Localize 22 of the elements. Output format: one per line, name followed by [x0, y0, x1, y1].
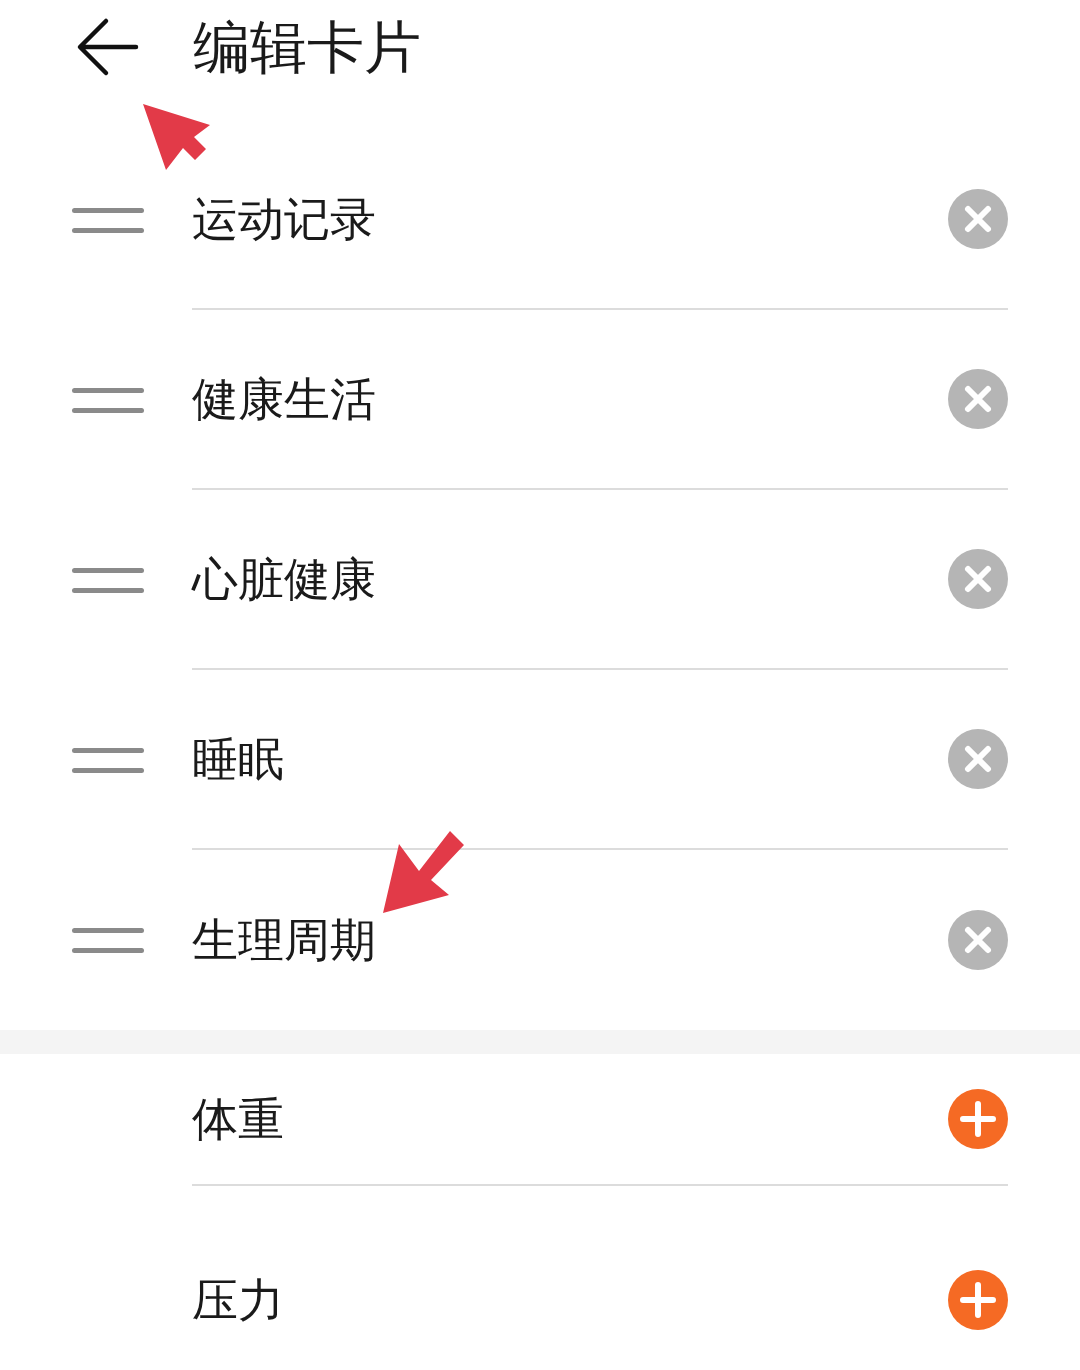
drag-handle-icon[interactable] [72, 207, 144, 233]
card-label: 压力 [192, 1272, 284, 1328]
card-label: 生理周期 [192, 912, 376, 968]
remove-icon[interactable] [948, 910, 1008, 970]
card-label: 心脏健康 [192, 551, 376, 607]
pointer-arrow [142, 103, 210, 171]
add-icon[interactable] [948, 1270, 1008, 1330]
card-label: 健康生活 [192, 371, 376, 427]
drag-handle-icon[interactable] [72, 927, 144, 953]
card-label: 体重 [192, 1091, 284, 1147]
add-icon[interactable] [948, 1089, 1008, 1149]
drag-handle-icon[interactable] [72, 567, 144, 593]
remove-icon[interactable] [948, 369, 1008, 429]
remove-icon[interactable] [948, 189, 1008, 249]
page-title: 编辑卡片 [193, 16, 421, 78]
back-icon[interactable] [76, 16, 140, 78]
card-label: 运动记录 [192, 191, 376, 247]
remove-icon[interactable] [948, 549, 1008, 609]
drag-handle-icon[interactable] [72, 387, 144, 413]
card-label: 睡眠 [192, 731, 284, 787]
drag-handle-icon[interactable] [72, 747, 144, 773]
remove-icon[interactable] [948, 729, 1008, 789]
